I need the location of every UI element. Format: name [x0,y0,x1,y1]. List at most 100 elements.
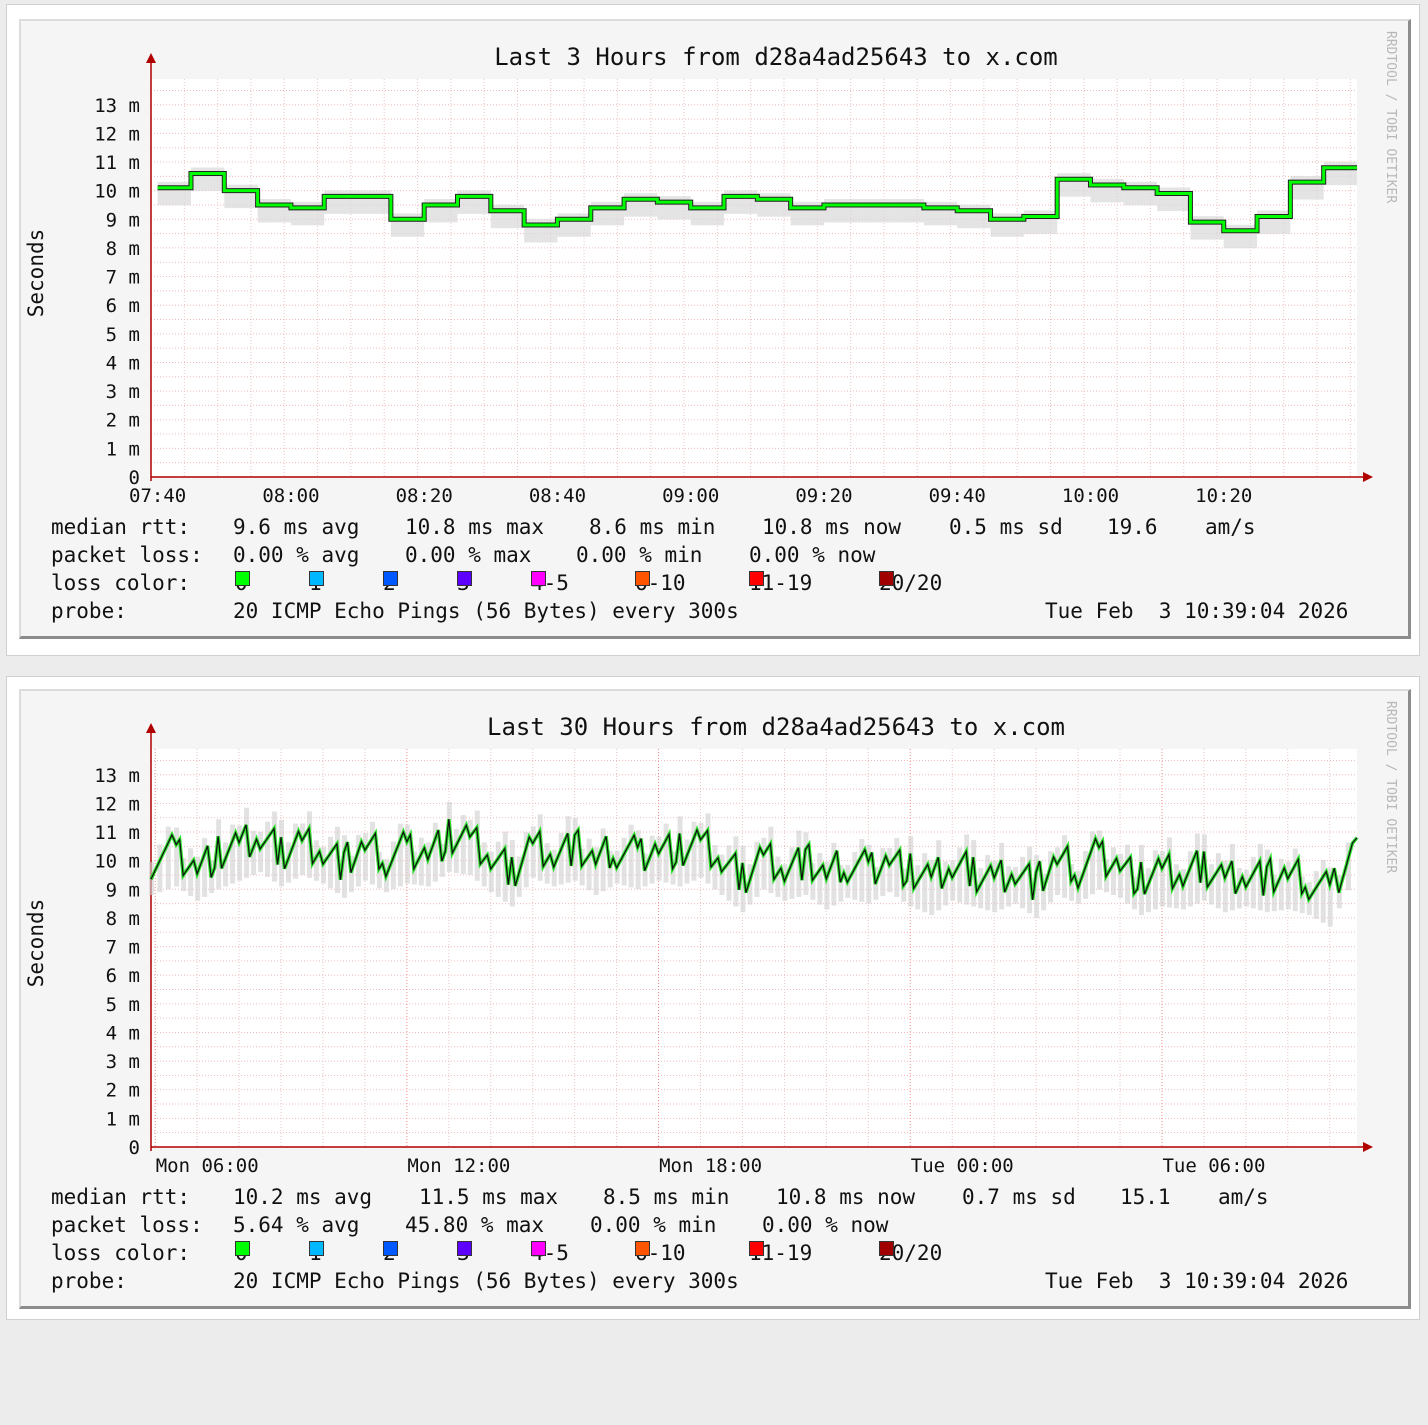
loss-now: 0.00 % now [762,1213,889,1237]
timestamp: Tue Feb 3 10:39:04 2026 [1045,599,1349,623]
color-swatch [235,1241,250,1256]
rtt-min: 8.6 ms min [589,515,716,539]
y-tick-label: 2 m [106,410,140,432]
smoke-band [894,837,900,897]
smoke-band [258,831,264,873]
legend-loss-row: packet loss: 0.00 % avg 0.00 % max 0.00 … [51,543,1401,571]
y-tick-label: 10 m [94,851,140,873]
y-axis-arrow [146,53,156,63]
legend-loss-row: packet loss: 5.64 % avg 45.80 % max 0.00… [51,1213,1401,1241]
x-axis-arrow [1363,1142,1373,1152]
legend-color-row: loss color: 0 1 2 3 4-5 6-10 11-19 20/20 [51,1241,1401,1269]
smoke-band [656,836,662,881]
probe-text: 20 ICMP Echo Pings (56 Bytes) every 300s [233,599,739,623]
loss-now: 0.00 % now [749,543,876,567]
graph-panel-3h: Last 3 Hours from d28a4ad25643 to x.com S… [6,4,1420,656]
chart-title: Last 30 Hours from d28a4ad25643 to x.com [487,713,1065,741]
smoke-band [1250,856,1256,909]
y-axis-label: Seconds [24,229,48,318]
rtt-max: 11.5 ms max [419,1185,559,1209]
y-tick-label: 5 m [106,994,140,1016]
color-swatch [383,571,398,586]
color-swatch [531,1241,546,1256]
legend-probe-row: probe: 20 ICMP Echo Pings (56 Bytes) eve… [51,1269,1401,1297]
loss-color-key-20-20: 20/20 [879,1241,942,1265]
color-swatch [749,571,764,586]
smoke-band [481,842,487,887]
x-tick-label: Tue 00:00 [911,1155,1014,1177]
loss-color-label: loss color: [51,571,191,595]
loss-color-key-3: 3 [457,571,472,595]
rtt-avg: 9.6 ms avg [233,515,360,539]
smoke-band [327,836,333,889]
smoke-band [621,837,627,886]
loss-color-key-11-19: 11-19 [749,571,812,595]
graph-panel-30h: Last 30 Hours from d28a4ad25643 to x.com… [6,676,1420,1320]
loss-color-label: loss color: [51,1241,191,1265]
color-swatch [235,571,250,586]
loss-color-key-4-5: 4-5 [531,571,569,595]
rtt-label: median rtt: [51,515,191,539]
y-tick-label: 12 m [94,123,140,145]
x-tick-label: 09:00 [662,485,719,507]
smoke-band [530,826,536,878]
y-tick-label: 10 m [94,181,140,203]
smoke-band [698,822,704,878]
probe-label: probe: [51,1269,127,1293]
plot-area [151,79,1357,477]
y-tick-label: 5 m [106,324,140,346]
loss-color-key-1: 1 [309,571,324,595]
color-swatch [383,1241,398,1256]
color-swatch [635,1241,650,1256]
loss-min: 0.00 % min [576,543,703,567]
x-tick-label: 09:40 [929,485,986,507]
y-tick-label: 6 m [106,295,140,317]
smoke-band [1285,861,1291,910]
chart-title: Last 3 Hours from d28a4ad25643 to x.com [494,43,1058,71]
y-tick-label: 0 [129,1137,140,1159]
plot-area [151,749,1357,1147]
probe-label: probe: [51,599,127,623]
rtt-min: 8.5 ms min [603,1185,730,1209]
rtt-sd: 0.5 ms sd [949,515,1063,539]
rtt-ams-unit: am/s [1205,515,1256,539]
color-swatch [457,571,472,586]
graph-frame: Last 3 Hours from d28a4ad25643 to x.com S… [19,19,1411,639]
color-swatch [457,1241,472,1256]
y-tick-label: 8 m [106,908,140,930]
smoke-band [957,847,963,903]
y-tick-label: 3 m [106,381,140,403]
loss-color-key-1: 1 [309,1241,324,1265]
smoke-band [1020,856,1026,909]
watermark: RRDTOOL / TOBI OETIKER [1383,701,1398,873]
legend-rtt-row: median rtt: 10.2 ms avg 11.5 ms max 8.5 … [51,1185,1401,1213]
x-tick-label: 08:40 [529,485,586,507]
y-tick-label: 11 m [94,822,140,844]
legend-probe-row: probe: 20 ICMP Echo Pings (56 Bytes) eve… [51,599,1401,627]
loss-color-key-6-10: 6-10 [635,1241,686,1265]
smoke-band [418,837,424,886]
rtt-ams: 15.1 [1120,1185,1171,1209]
color-swatch [879,571,894,586]
legend-3h: median rtt: 9.6 ms avg 10.8 ms max 8.6 m… [51,515,1401,627]
y-tick-label: 1 m [106,1108,140,1130]
loss-max: 45.80 % max [405,1213,545,1237]
y-tick-label: 7 m [106,267,140,289]
smoke-band [1215,853,1221,909]
loss-color-key-11-19: 11-19 [749,1241,812,1265]
smoke-band [726,845,732,901]
x-tick-label: 10:20 [1195,485,1252,507]
y-tick-label: 2 m [106,1080,140,1102]
smoke-band [887,848,893,893]
rtt-max: 10.8 ms max [405,515,545,539]
color-swatch [309,1241,324,1256]
smoke-band [586,838,592,891]
smoke-band [663,823,669,883]
rtt-avg: 10.2 ms avg [233,1185,373,1209]
x-tick-label: 07:40 [129,485,186,507]
smoke-band [1313,871,1319,919]
rtt-sd: 0.7 ms sd [962,1185,1076,1209]
timestamp: Tue Feb 3 10:39:04 2026 [1045,1269,1349,1293]
y-tick-label: 8 m [106,238,140,260]
loss-min: 0.00 % min [590,1213,717,1237]
